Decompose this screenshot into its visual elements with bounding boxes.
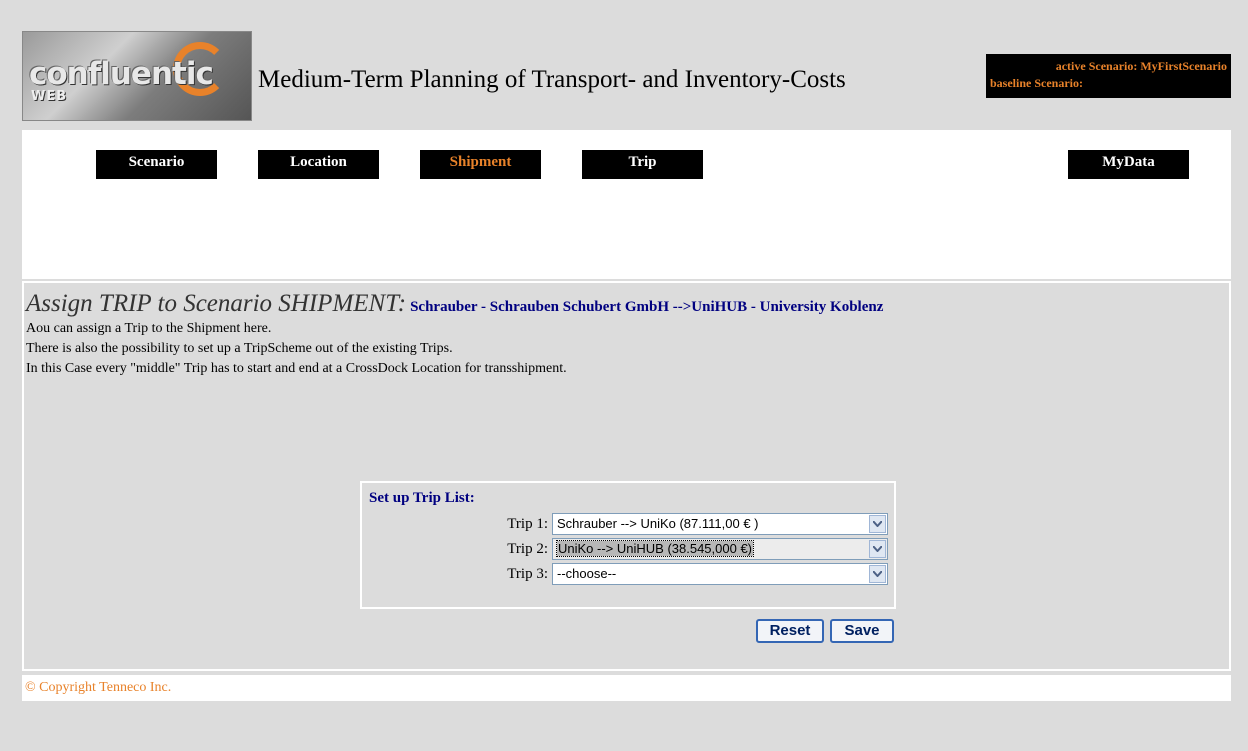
main-content: Assign TRIP to Scenario SHIPMENT: Schrau… bbox=[22, 281, 1231, 671]
header: confluentic WEB Medium-Term Planning of … bbox=[22, 22, 1231, 130]
nav-trip[interactable]: Trip bbox=[582, 150, 703, 179]
copyright-text: © Copyright Tenneco Inc. bbox=[25, 680, 172, 695]
scenario-info-box: active Scenario: MyFirstScenario baselin… bbox=[986, 54, 1231, 98]
save-button[interactable]: Save bbox=[830, 619, 894, 643]
nav-mydata[interactable]: MyData bbox=[1068, 150, 1189, 179]
trip-3-value: --choose-- bbox=[557, 566, 617, 581]
chevron-down-icon[interactable] bbox=[869, 540, 886, 558]
trip-1-select[interactable]: Schrauber --> UniKo (87.111,00 € ) bbox=[552, 513, 888, 535]
reset-button[interactable]: Reset bbox=[756, 619, 824, 643]
active-scenario: active Scenario: MyFirstScenario bbox=[1055, 59, 1227, 73]
baseline-scenario: baseline Scenario: bbox=[990, 76, 1083, 90]
page-title-text: Assign TRIP to Scenario SHIPMENT: bbox=[26, 290, 407, 317]
confluentic-logo: confluentic WEB bbox=[22, 31, 252, 121]
chevron-down-icon[interactable] bbox=[869, 515, 886, 533]
trip-2-label: Trip 2: bbox=[507, 540, 548, 557]
trip-3-select[interactable]: --choose-- bbox=[552, 563, 888, 585]
page-title: Assign TRIP to Scenario SHIPMENT: Schrau… bbox=[26, 290, 883, 318]
chevron-down-icon[interactable] bbox=[869, 565, 886, 583]
trip-list-title: Set up Trip List: bbox=[369, 490, 475, 506]
trip-list-panel: Set up Trip List: Trip 1: Schrauber --> … bbox=[360, 481, 896, 609]
trip-row-1: Trip 1: Schrauber --> UniKo (87.111,00 €… bbox=[507, 513, 888, 535]
description-line-2: There is also the possibility to set up … bbox=[26, 341, 453, 356]
trip-row-2: Trip 2: UniKo --> UniHUB (38.545,000 €) bbox=[507, 538, 888, 560]
nav-location[interactable]: Location bbox=[258, 150, 379, 179]
trip-2-select[interactable]: UniKo --> UniHUB (38.545,000 €) bbox=[552, 538, 888, 560]
nav-scenario[interactable]: Scenario bbox=[96, 150, 217, 179]
trip-row-3: Trip 3: --choose-- bbox=[507, 563, 888, 585]
footer: © Copyright Tenneco Inc. bbox=[22, 675, 1231, 701]
description-line-1: Aou can assign a Trip to the Shipment he… bbox=[26, 321, 272, 336]
main-nav: Scenario Location Shipment Trip MyData bbox=[22, 130, 1231, 279]
trip-1-value: Schrauber --> UniKo (87.111,00 € ) bbox=[557, 516, 759, 531]
trip-2-value: UniKo --> UniHUB (38.545,000 €) bbox=[555, 540, 755, 557]
trip-3-label: Trip 3: bbox=[507, 565, 548, 582]
logo-subtext: WEB bbox=[31, 89, 68, 104]
app-title: Medium-Term Planning of Transport- and I… bbox=[258, 66, 846, 93]
trip-1-label: Trip 1: bbox=[507, 515, 548, 532]
description-line-3: In this Case every "middle" Trip has to … bbox=[26, 361, 567, 376]
shipment-route: Schrauber - Schrauben Schubert GmbH -->U… bbox=[410, 299, 884, 315]
logo-text: confluentic bbox=[29, 56, 214, 92]
nav-shipment[interactable]: Shipment bbox=[420, 150, 541, 179]
